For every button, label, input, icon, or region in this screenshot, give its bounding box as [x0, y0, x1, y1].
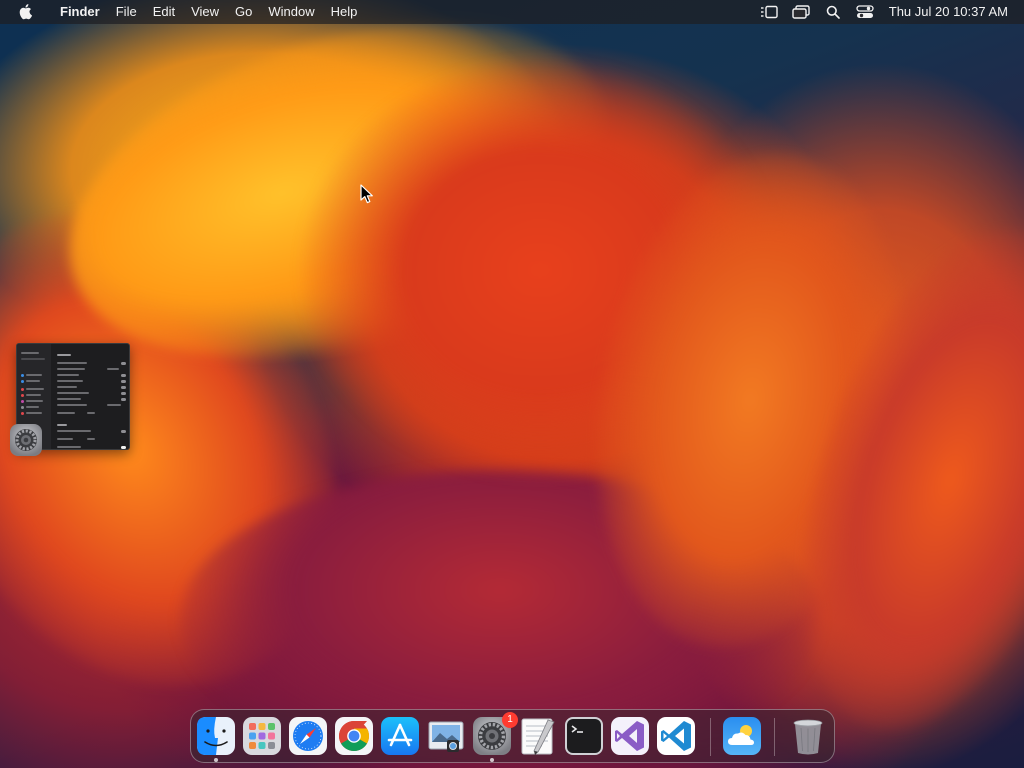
safari-compass-icon	[289, 717, 327, 755]
menu-bar: Finder File Edit View Go Window Help Thu…	[0, 0, 1024, 24]
app-store-icon	[381, 717, 419, 755]
dock-terminal[interactable]	[564, 716, 604, 756]
desktop-wallpaper[interactable]	[0, 0, 1024, 768]
menu-bar-clock[interactable]: Thu Jul 20 10:37 AM	[881, 0, 1014, 24]
menu-help[interactable]: Help	[323, 0, 366, 24]
weather-icon	[723, 717, 761, 755]
spotlight-search-icon[interactable]	[817, 0, 849, 24]
dock-vscode[interactable]	[656, 716, 696, 756]
dock-finder[interactable]	[196, 716, 236, 756]
menu-go[interactable]: Go	[227, 0, 260, 24]
finder-icon	[197, 717, 235, 755]
dock-safari[interactable]	[288, 716, 328, 756]
menu-file[interactable]: File	[108, 0, 145, 24]
system-settings-gear-icon	[9, 423, 43, 457]
preview-icon	[428, 721, 464, 752]
vscode-icon	[657, 717, 695, 755]
menu-view[interactable]: View	[183, 0, 227, 24]
dock-separator	[710, 718, 711, 756]
dock-app-store[interactable]	[380, 716, 420, 756]
dock-separator	[774, 718, 775, 756]
menu-window[interactable]: Window	[260, 0, 322, 24]
dock-visual-studio[interactable]	[610, 716, 650, 756]
terminal-icon	[565, 717, 603, 755]
dock-textedit[interactable]	[518, 716, 558, 756]
notification-badge: 1	[502, 712, 518, 728]
running-indicator	[214, 758, 218, 762]
mouse-pointer-icon	[360, 184, 373, 204]
dock-trash[interactable]	[788, 716, 828, 756]
running-indicator	[490, 758, 494, 762]
dock: 1	[190, 709, 835, 763]
textedit-icon	[521, 718, 555, 755]
dock-preview[interactable]	[426, 716, 466, 756]
trash-icon	[793, 719, 823, 755]
launchpad-icon	[243, 717, 281, 755]
chrome-icon	[335, 717, 373, 755]
visual-studio-icon	[611, 717, 649, 755]
stage-manager-icon[interactable]	[753, 0, 785, 24]
dock-system-settings[interactable]: 1	[472, 712, 518, 756]
menu-app-name[interactable]: Finder	[52, 0, 108, 24]
apple-menu-icon[interactable]	[14, 4, 38, 20]
screen-mirroring-icon[interactable]	[785, 0, 817, 24]
control-center-icon[interactable]	[849, 0, 881, 24]
menu-edit[interactable]: Edit	[145, 0, 183, 24]
dock-launchpad[interactable]	[242, 716, 282, 756]
dock-weather[interactable]	[722, 716, 762, 756]
dock-chrome[interactable]	[334, 716, 374, 756]
